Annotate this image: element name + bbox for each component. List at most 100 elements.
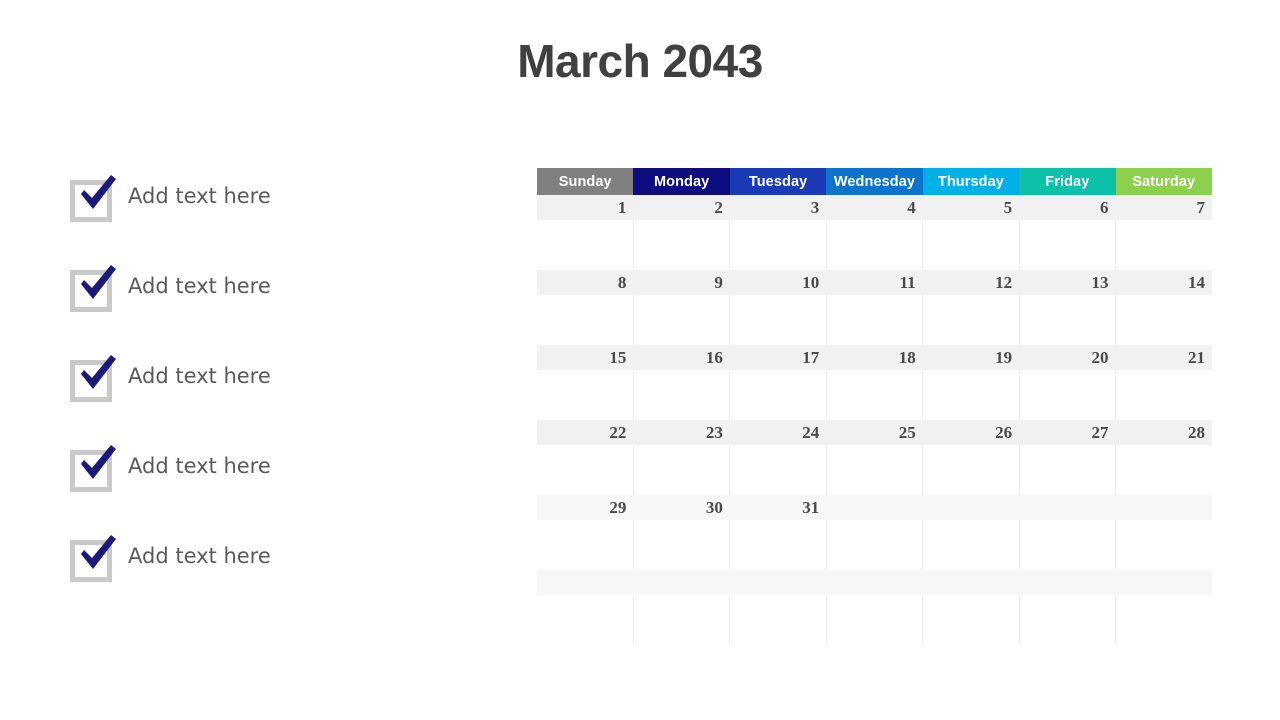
date-number[interactable]: 16 xyxy=(633,345,729,370)
day-cell[interactable] xyxy=(537,295,634,345)
date-number[interactable]: 3 xyxy=(730,195,826,220)
day-cell[interactable] xyxy=(1020,295,1117,345)
day-cell[interactable] xyxy=(730,220,827,270)
day-cell[interactable] xyxy=(1116,295,1212,345)
date-number[interactable]: 7 xyxy=(1116,195,1212,220)
checkbox-3[interactable] xyxy=(70,354,116,402)
day-header-thursday[interactable]: Thursday xyxy=(922,168,1020,195)
day-header-sunday[interactable]: Sunday xyxy=(537,168,634,195)
date-number[interactable]: 30 xyxy=(633,495,729,520)
date-number[interactable]: 11 xyxy=(826,270,922,295)
day-cell[interactable] xyxy=(634,220,731,270)
date-number[interactable]: 23 xyxy=(633,420,729,445)
day-cell[interactable] xyxy=(827,445,924,495)
day-header-saturday[interactable]: Saturday xyxy=(1115,168,1212,195)
day-cell[interactable] xyxy=(827,370,924,420)
date-number[interactable]: 26 xyxy=(923,420,1019,445)
day-cell[interactable] xyxy=(923,595,1020,645)
date-number[interactable]: 5 xyxy=(923,195,1019,220)
checkbox-2[interactable] xyxy=(70,264,116,312)
date-number[interactable]: 6 xyxy=(1019,195,1115,220)
date-number[interactable]: 31 xyxy=(730,495,826,520)
day-cell[interactable] xyxy=(730,520,827,570)
date-number[interactable]: 9 xyxy=(633,270,729,295)
date-number-empty[interactable] xyxy=(633,570,729,595)
checkbox-1[interactable] xyxy=(70,174,116,222)
date-number-empty[interactable] xyxy=(537,570,633,595)
date-number-empty[interactable] xyxy=(1116,570,1212,595)
day-cell[interactable] xyxy=(1020,520,1117,570)
day-cell[interactable] xyxy=(1020,370,1117,420)
day-cell[interactable] xyxy=(537,520,634,570)
checkbox-4[interactable] xyxy=(70,444,116,492)
date-number[interactable]: 8 xyxy=(537,270,633,295)
date-number[interactable]: 18 xyxy=(826,345,922,370)
day-cell[interactable] xyxy=(827,220,924,270)
date-number-empty[interactable] xyxy=(923,495,1019,520)
date-number-empty[interactable] xyxy=(826,495,922,520)
day-cell[interactable] xyxy=(923,520,1020,570)
day-cell[interactable] xyxy=(827,595,924,645)
checklist-item[interactable]: Add text here xyxy=(70,167,470,224)
day-cell[interactable] xyxy=(634,520,731,570)
checkbox-5[interactable] xyxy=(70,534,116,582)
day-cell[interactable] xyxy=(634,370,731,420)
day-cell[interactable] xyxy=(1116,220,1212,270)
date-number[interactable]: 1 xyxy=(537,195,633,220)
date-number[interactable]: 17 xyxy=(730,345,826,370)
day-cell[interactable] xyxy=(923,220,1020,270)
day-cell[interactable] xyxy=(537,370,634,420)
day-cell[interactable] xyxy=(634,595,731,645)
date-number[interactable]: 27 xyxy=(1019,420,1115,445)
date-number[interactable]: 24 xyxy=(730,420,826,445)
date-number[interactable]: 22 xyxy=(537,420,633,445)
day-cell[interactable] xyxy=(634,445,731,495)
date-number-empty[interactable] xyxy=(1019,570,1115,595)
day-cell[interactable] xyxy=(730,295,827,345)
date-number[interactable]: 19 xyxy=(923,345,1019,370)
date-number-empty[interactable] xyxy=(1019,495,1115,520)
day-cell[interactable] xyxy=(1116,595,1212,645)
day-header-friday[interactable]: Friday xyxy=(1019,168,1116,195)
date-number[interactable]: 21 xyxy=(1116,345,1212,370)
day-header-monday[interactable]: Monday xyxy=(633,168,730,195)
day-cell[interactable] xyxy=(730,370,827,420)
date-number[interactable]: 10 xyxy=(730,270,826,295)
day-cell[interactable] xyxy=(537,220,634,270)
checklist-item[interactable]: Add text here xyxy=(70,527,470,584)
date-number-empty[interactable] xyxy=(923,570,1019,595)
checklist-item[interactable]: Add text here xyxy=(70,437,470,494)
date-number[interactable]: 15 xyxy=(537,345,633,370)
day-cell[interactable] xyxy=(923,370,1020,420)
day-cell[interactable] xyxy=(730,445,827,495)
date-number[interactable]: 28 xyxy=(1116,420,1212,445)
date-number-empty[interactable] xyxy=(826,570,922,595)
day-cell[interactable] xyxy=(537,445,634,495)
day-cell[interactable] xyxy=(1020,220,1117,270)
day-cell[interactable] xyxy=(827,520,924,570)
day-cell[interactable] xyxy=(730,595,827,645)
day-cell[interactable] xyxy=(537,595,634,645)
date-number[interactable]: 12 xyxy=(923,270,1019,295)
date-number[interactable]: 13 xyxy=(1019,270,1115,295)
date-number[interactable]: 14 xyxy=(1116,270,1212,295)
day-cell[interactable] xyxy=(1020,595,1117,645)
day-cell[interactable] xyxy=(1116,520,1212,570)
day-cell[interactable] xyxy=(1116,445,1212,495)
date-number-empty[interactable] xyxy=(730,570,826,595)
date-number[interactable]: 20 xyxy=(1019,345,1115,370)
day-cell[interactable] xyxy=(923,295,1020,345)
checklist-item[interactable]: Add text here xyxy=(70,257,470,314)
day-header-tuesday[interactable]: Tuesday xyxy=(729,168,827,195)
checklist-item[interactable]: Add text here xyxy=(70,347,470,404)
day-header-wednesday[interactable]: Wednesday xyxy=(826,168,923,195)
day-cell[interactable] xyxy=(923,445,1020,495)
date-number[interactable]: 29 xyxy=(537,495,633,520)
day-cell[interactable] xyxy=(1116,370,1212,420)
date-number[interactable]: 25 xyxy=(826,420,922,445)
day-cell[interactable] xyxy=(634,295,731,345)
date-number[interactable]: 4 xyxy=(826,195,922,220)
day-cell[interactable] xyxy=(827,295,924,345)
day-cell[interactable] xyxy=(1020,445,1117,495)
date-number[interactable]: 2 xyxy=(633,195,729,220)
